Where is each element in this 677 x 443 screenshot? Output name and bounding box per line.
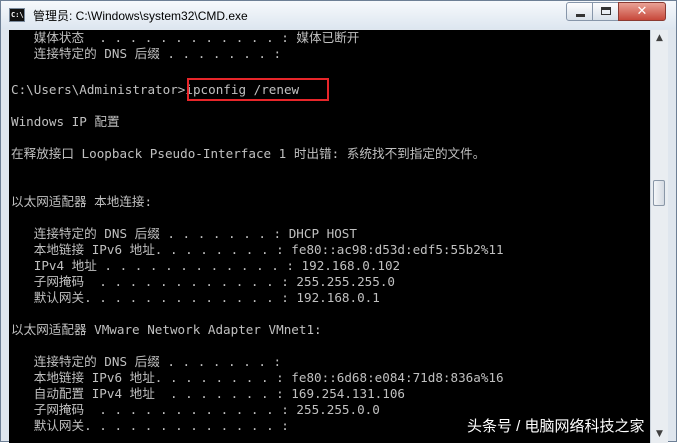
- console-line: 自动配置 IPv4 地址 . . . . . . . : 169.254.131…: [11, 386, 406, 401]
- console-line: 媒体状态 . . . . . . . . . . . . : 媒体已断开: [11, 30, 360, 45]
- scrollbar-thumb[interactable]: [653, 180, 665, 206]
- console-line: 连接特定的 DNS 后缀 . . . . . . . :: [11, 46, 282, 61]
- console-output[interactable]: 媒体状态 . . . . . . . . . . . . : 媒体已断开 连接特…: [9, 30, 650, 443]
- minimize-icon: [576, 14, 585, 17]
- console-line: 默认网关. . . . . . . . . . . . . :: [11, 418, 289, 433]
- console-line: 连接特定的 DNS 后缀 . . . . . . . : DHCP HOST: [11, 226, 357, 241]
- maximize-icon: [601, 7, 611, 15]
- console-line: 子网掩码 . . . . . . . . . . . . : 255.255.0…: [11, 402, 380, 417]
- console-line: Windows IP 配置: [11, 114, 120, 129]
- watermark: 头条号 / 电脑网络科技之家: [467, 418, 645, 435]
- console-line: 本地链接 IPv6 地址. . . . . . . . : fe80::ac98…: [11, 242, 504, 257]
- title-bar[interactable]: C:\ 管理员: C:\Windows\system32\CMD.exe ✕: [1, 1, 676, 29]
- window-title: 管理员: C:\Windows\system32\CMD.exe: [33, 9, 248, 23]
- cmd-icon[interactable]: C:\: [9, 8, 25, 22]
- cmd-window: C:\ 管理员: C:\Windows\system32\CMD.exe ✕ 媒…: [0, 0, 677, 443]
- console-line: 默认网关. . . . . . . . . . . . . : 192.168.…: [11, 290, 380, 305]
- console-line: 子网掩码 . . . . . . . . . . . . : 255.255.2…: [11, 274, 395, 289]
- close-button[interactable]: ✕: [618, 2, 666, 21]
- console-line: 连接特定的 DNS 后缀 . . . . . . . :: [11, 354, 282, 369]
- console-line: 在释放接口 Loopback Pseudo-Interface 1 时出错: 系…: [11, 146, 486, 161]
- scroll-up-arrow-icon[interactable]: ▲: [651, 30, 668, 47]
- minimize-button[interactable]: [566, 2, 593, 21]
- vertical-scrollbar[interactable]: ▲ ▼: [650, 30, 668, 443]
- console-line: 以太网适配器 本地连接:: [11, 194, 153, 209]
- maximize-button[interactable]: [592, 2, 619, 21]
- scroll-down-arrow-icon[interactable]: ▼: [651, 426, 668, 443]
- console-line: IPv4 地址 . . . . . . . . . . . . : 192.16…: [11, 258, 401, 273]
- console-line: 本地链接 IPv6 地址. . . . . . . . : fe80::6d68…: [11, 370, 504, 385]
- close-icon: ✕: [636, 4, 648, 19]
- console-line: 以太网适配器 VMware Network Adapter VMnet1:: [11, 322, 322, 337]
- command-highlight-box: [187, 78, 329, 101]
